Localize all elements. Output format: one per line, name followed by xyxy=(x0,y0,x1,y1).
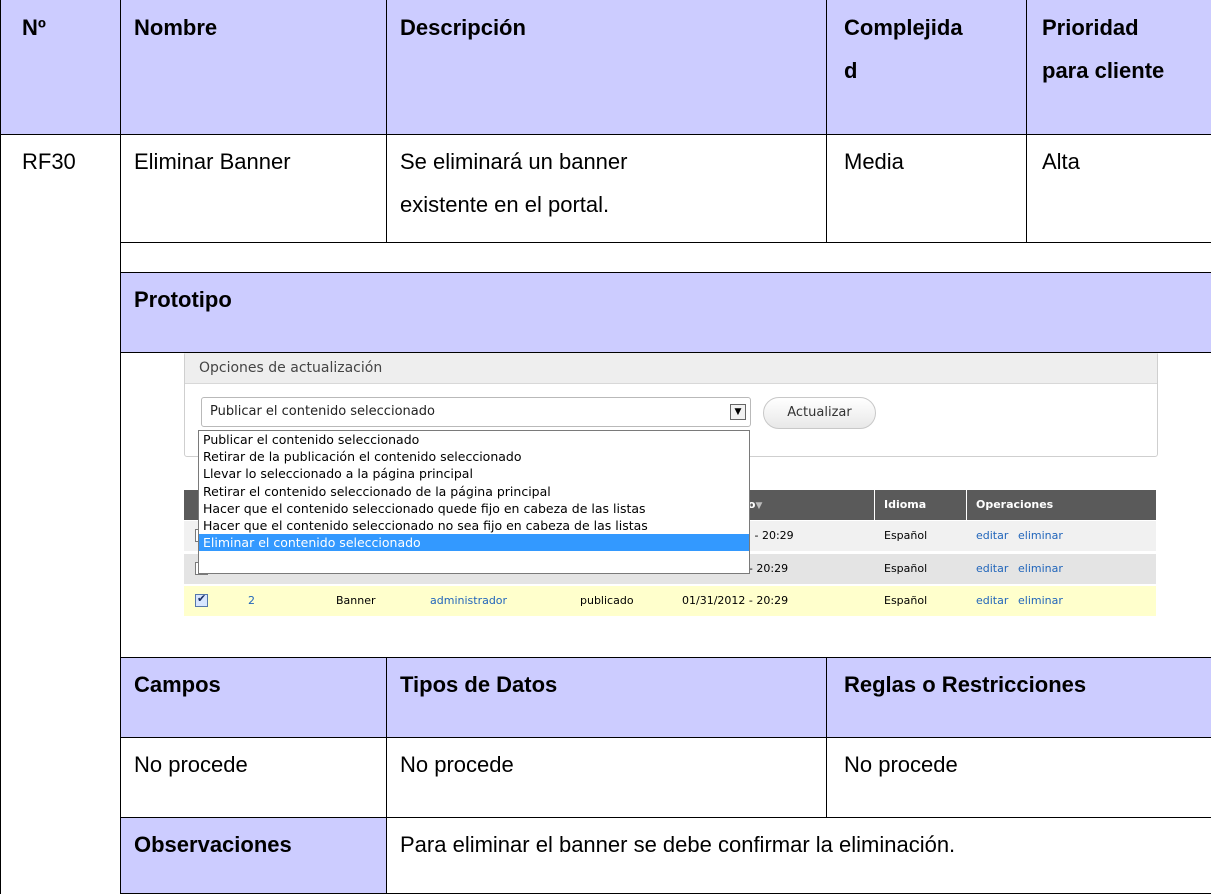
update-options-title: Opciones de actualización xyxy=(185,353,1157,384)
req-complexity-cell: Media xyxy=(826,134,1026,242)
dropdown-option[interactable]: Hacer que el contenido seleccionado qued… xyxy=(199,500,749,517)
table-divider xyxy=(120,0,121,894)
header-prioridad-line2: para cliente xyxy=(1042,58,1165,83)
header-descripcion-cell: Descripción xyxy=(386,0,826,134)
edit-link[interactable]: editar xyxy=(976,554,1008,584)
fields-campos-header: Campos xyxy=(134,672,221,697)
fields-campos-cell: No procede xyxy=(120,737,386,817)
fields-reglas-value: No procede xyxy=(844,752,958,777)
edit-link[interactable]: editar xyxy=(976,521,1008,551)
fields-campos-value: No procede xyxy=(134,752,248,777)
dropdown-option[interactable]: Retirar el contenido seleccionado de la … xyxy=(199,483,749,500)
dropdown-option[interactable]: Retirar de la publicación el contenido s… xyxy=(199,448,749,465)
row-date: 2 - 20:29 xyxy=(744,529,794,542)
table-divider xyxy=(120,242,1211,243)
req-name-cell: Eliminar Banner xyxy=(120,134,386,242)
row-language: Español xyxy=(884,529,928,542)
req-name: Eliminar Banner xyxy=(134,149,291,174)
header-descripcion: Descripción xyxy=(400,15,526,40)
dropdown-option[interactable]: Hacer que el contenido seleccionado no s… xyxy=(199,517,749,534)
sort-desc-icon: ▼ xyxy=(755,501,763,511)
prototipo-label-cell: Prototipo xyxy=(120,272,1211,352)
header-prioridad-line1: Prioridad xyxy=(1042,15,1139,40)
header-complejidad-line1: Complejida xyxy=(844,15,963,40)
req-complexity: Media xyxy=(844,149,904,174)
observaciones-text: Para eliminar el banner se debe confirma… xyxy=(400,832,956,857)
row-checkbox-checked[interactable] xyxy=(195,592,208,607)
fields-tipos-value: No procede xyxy=(400,752,514,777)
req-description-line1: Se eliminará un banner xyxy=(400,149,628,174)
row-language: Español xyxy=(884,562,928,575)
fields-reglas-header: Reglas o Restricciones xyxy=(844,672,1087,697)
chevron-down-icon[interactable]: ▼ xyxy=(730,404,746,420)
table-divider xyxy=(1026,0,1027,242)
col-language-header[interactable]: Idioma xyxy=(884,490,926,520)
update-button[interactable]: Actualizar xyxy=(763,397,876,429)
delete-link[interactable]: eliminar xyxy=(1018,586,1063,616)
update-action-select[interactable]: Publicar el contenido seleccionado ▼ xyxy=(201,397,751,427)
table-divider xyxy=(826,0,827,242)
table-divider xyxy=(386,657,387,894)
fields-reglas-header-cell: Reglas o Restricciones xyxy=(826,657,1211,737)
col-operations-header: Operaciones xyxy=(976,498,1054,511)
row-status: publicado xyxy=(580,594,634,607)
req-id: RF30 xyxy=(22,149,76,174)
requirement-document: Nº Nombre Descripción Complejida d Prior… xyxy=(0,0,1211,894)
header-complejidad-line2: d xyxy=(844,58,858,83)
fields-tipos-header-cell: Tipos de Datos xyxy=(386,657,826,737)
header-complejidad-cell: Complejida d xyxy=(826,0,1026,134)
fields-campos-header-cell: Campos xyxy=(120,657,386,737)
fields-tipos-cell: No procede xyxy=(386,737,826,817)
prototype-screenshot: Opciones de actualización Publicar el co… xyxy=(180,352,1160,627)
table-divider xyxy=(120,817,1211,818)
header-divider xyxy=(966,490,967,520)
table-row: 2 Banner administrador publicado 01/31/2… xyxy=(184,586,1156,616)
req-id-cell: RF30 xyxy=(0,134,120,242)
table-divider xyxy=(386,0,387,242)
dropdown-option[interactable]: Llevar lo seleccionado a la página princ… xyxy=(199,465,749,482)
observaciones-label: Observaciones xyxy=(134,832,292,857)
header-no-cell: Nº xyxy=(0,0,120,134)
req-description-line2: existente en el portal. xyxy=(400,192,610,217)
prototipo-label: Prototipo xyxy=(134,287,232,312)
dropdown-option-selected[interactable]: Eliminar el contenido seleccionado xyxy=(199,534,749,552)
delete-link[interactable]: eliminar xyxy=(1018,554,1063,584)
table-divider xyxy=(120,657,1211,658)
observaciones-label-cell: Observaciones xyxy=(120,817,386,894)
header-divider xyxy=(874,490,875,520)
observaciones-text-cell: Para eliminar el banner se debe confirma… xyxy=(386,817,1211,894)
table-divider xyxy=(120,272,1211,273)
table-divider xyxy=(0,134,1211,135)
delete-link[interactable]: eliminar xyxy=(1018,521,1063,551)
header-prioridad-cell: Prioridad para cliente xyxy=(1026,0,1211,134)
header-nombre: Nombre xyxy=(134,15,218,40)
table-divider xyxy=(120,737,1211,738)
header-no: Nº xyxy=(22,15,46,40)
row-date: 01/31/2012 - 20:29 xyxy=(682,594,789,607)
table-divider xyxy=(120,352,1211,353)
req-priority-cell: Alta xyxy=(1026,134,1211,242)
row-author[interactable]: administrador xyxy=(430,586,507,616)
table-divider xyxy=(0,0,1,894)
row-language: Español xyxy=(884,594,928,607)
fields-tipos-header: Tipos de Datos xyxy=(400,672,558,697)
row-id[interactable]: 2 xyxy=(248,586,255,616)
row-type: Banner xyxy=(336,594,376,607)
req-priority: Alta xyxy=(1042,149,1080,174)
edit-link[interactable]: editar xyxy=(976,586,1008,616)
update-action-dropdown[interactable]: Publicar el contenido seleccionado Retir… xyxy=(198,430,750,574)
req-description-cell: Se eliminará un banner existente en el p… xyxy=(386,134,826,242)
table-divider xyxy=(826,657,827,817)
fields-reglas-cell: No procede xyxy=(826,737,1211,817)
update-action-select-value: Publicar el contenido seleccionado xyxy=(210,404,435,419)
header-nombre-cell: Nombre xyxy=(120,0,386,134)
dropdown-option[interactable]: Publicar el contenido seleccionado xyxy=(199,431,749,448)
